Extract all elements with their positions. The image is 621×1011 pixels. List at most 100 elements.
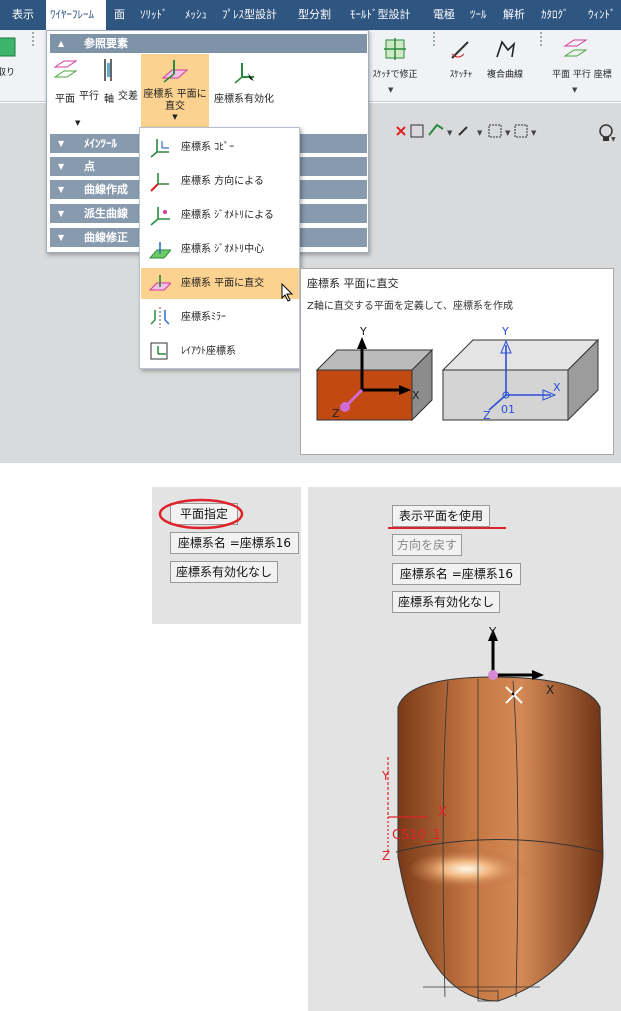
model-axis-y-label: Y xyxy=(489,625,497,639)
coord-normal-label-1: 座標系 平面に xyxy=(143,89,207,100)
tab-view[interactable]: 表示 xyxy=(12,0,34,30)
tab-tools[interactable]: ﾂｰﾙ xyxy=(470,0,487,30)
grip-icon xyxy=(32,32,34,46)
panel-header-label: 参照要素 xyxy=(84,37,128,50)
sketcher-label: ｽｹｯﾁｬ xyxy=(449,70,473,80)
tab-wireframe[interactable]: ﾜｲﾔｰﾌﾚｰﾑ xyxy=(46,0,106,30)
coord-enable-button[interactable]: 座標系有効化 xyxy=(211,57,277,127)
cs-name-label: CS10_1 xyxy=(392,828,441,843)
section-label: 点 xyxy=(84,160,95,173)
menu-item-cs-mirror[interactable]: 座標系ﾐﾗｰ xyxy=(141,302,299,333)
layout-cs-icon xyxy=(150,342,168,360)
menu-item-label: ﾚｲｱｳﾄ座標系 xyxy=(181,346,236,357)
red-highlight-ellipse xyxy=(158,498,244,530)
tooltip-origin-label: 01 xyxy=(501,403,515,416)
coord-normal-button[interactable]: 座標系 平面に 直交 ▼ xyxy=(141,54,209,127)
intersect-button-label: 交差 xyxy=(118,91,138,102)
tab-mold-split[interactable]: 型分割 xyxy=(298,0,331,30)
ribbon-left-partial-label: 取り xyxy=(0,68,15,78)
cs-direction-icon xyxy=(150,173,169,192)
cs-disable-button[interactable]: 座標系有効化なし xyxy=(170,561,278,583)
use-display-plane-button[interactable]: 表示平面を使用 xyxy=(392,505,490,527)
cs-geometry-icon xyxy=(150,207,170,226)
chevron-down-icon: ▼ xyxy=(58,139,65,148)
tooltip-panel: 座標系 平面に直交 Z軸に直交する平面を定義して、座標系を作成 Y X Z Y … xyxy=(300,268,614,455)
coord-label: 座標 xyxy=(593,70,612,80)
tab-mold-design[interactable]: ﾓｰﾙﾄﾞ型設計 xyxy=(350,0,411,30)
cs-copy-icon xyxy=(150,139,169,158)
plane-button[interactable]: 平面 xyxy=(51,57,79,127)
tab-press-design[interactable]: ﾌﾟﾚｽ型設計 xyxy=(222,0,277,30)
chevron-down-icon: ▼ xyxy=(58,162,65,171)
cs-axis-z-label: Z xyxy=(382,849,391,863)
axis-button[interactable]: 軸 xyxy=(101,57,117,127)
tab-electrode[interactable]: 電極 xyxy=(433,0,455,30)
parallel-button[interactable]: 平行 xyxy=(77,57,101,127)
cs-axis-x-label: X xyxy=(438,805,447,820)
tab-window[interactable]: ｳｨﾝﾄﾞ xyxy=(588,0,616,30)
axis-button-label: 軸 xyxy=(104,94,114,105)
menu-item-label: 座標系 ｼﾞｵﾒﾄﾘによる xyxy=(181,210,274,221)
tab-solid[interactable]: ｿﾘｯﾄﾞ xyxy=(140,0,168,30)
sketch-fix-button[interactable]: ｽｹｯﾁで修正 ▼ xyxy=(368,36,422,94)
composite-curve-label: 複合曲線 xyxy=(486,70,523,80)
svg-text:▼: ▼ xyxy=(611,136,616,143)
lightbulb-icon[interactable]: ▼ xyxy=(597,122,619,144)
panel-header[interactable]: ▲ 参照要素 xyxy=(50,34,367,53)
menu-item-label: 座標系 ｼﾞｵﾒﾄﾘ中心 xyxy=(181,244,265,255)
menu-item-cs-geometry-center[interactable]: 座標系 ｼﾞｵﾒﾄﾘ中心 xyxy=(141,234,299,265)
model-axis-x-label: X xyxy=(546,683,555,697)
model-viewport[interactable] xyxy=(308,607,621,1011)
tooltip-axis-z-after: Z xyxy=(483,409,491,422)
chevron-down-icon: ▼ xyxy=(58,233,65,242)
tooltip-axis-y-before: Y xyxy=(360,325,367,338)
menu-item-cs-direction[interactable]: 座標系 方向による xyxy=(141,166,299,197)
tab-catalog[interactable]: ｶﾀﾛｸﾞ xyxy=(541,0,569,30)
tooltip-axis-x-after: X xyxy=(553,381,561,394)
plane-label: 平面 xyxy=(552,70,571,80)
svg-text:▼: ▼ xyxy=(531,129,537,137)
ribbon-left-partial-button[interactable]: 取り xyxy=(0,36,18,78)
section-label: 曲線作成 xyxy=(84,183,128,196)
menu-item-cs-copy[interactable]: 座標系 ｺﾋﾟｰ xyxy=(141,132,299,163)
tooltip-axis-x-before: X xyxy=(412,389,420,402)
menu-item-cs-plane-normal[interactable]: 座標系 平面に直交 xyxy=(141,268,299,299)
tab-analysis[interactable]: 解析 xyxy=(503,0,525,30)
plane-icon xyxy=(53,60,78,78)
plane-icon xyxy=(563,39,588,57)
chevron-down-icon: ▼ xyxy=(58,185,65,194)
sketch-fix-icon xyxy=(384,38,406,60)
menu-item-layout-cs[interactable]: ﾚｲｱｳﾄ座標系 xyxy=(141,336,299,367)
cs-axis-y-label: Y xyxy=(382,769,390,783)
tooltip-description: Z軸に直交する平面を定義して、座標系を作成 xyxy=(307,301,514,312)
menu-item-cs-geometry[interactable]: 座標系 ｼﾞｵﾒﾄﾘによる xyxy=(141,200,299,231)
tooltip-axis-z-before: Z xyxy=(332,407,340,420)
intersect-button[interactable]: 交差 xyxy=(117,57,139,127)
cs-center-icon xyxy=(149,242,171,259)
composite-curve-button[interactable]: 複合曲線 xyxy=(480,36,530,80)
tab-mesh[interactable]: ﾒｯｼｭ xyxy=(185,0,207,30)
grip-icon xyxy=(433,32,435,46)
section-label: 派生曲線 xyxy=(84,207,128,220)
selection-tools-icon: ▼ ▼ ▼ ▼ xyxy=(396,123,537,138)
cs-name-button[interactable]: 座標系名 =座標系16 xyxy=(392,563,521,585)
sketcher-button[interactable]: ｽｹｯﾁｬ xyxy=(444,36,478,80)
plane-button-label: 平面 xyxy=(55,94,75,105)
cs-name-button[interactable]: 座標系名 =座標系16 xyxy=(170,532,299,554)
chevron-up-icon: ▲ xyxy=(58,39,65,48)
menu-item-label: 座標系 平面に直交 xyxy=(181,278,265,289)
plane-tools-group[interactable]: 平面 平行 座標 ▼ xyxy=(552,36,621,94)
tooltip-title: 座標系 平面に直交 xyxy=(307,277,399,290)
sketcher-icon xyxy=(451,41,469,59)
reverse-direction-button: 方向を戻す xyxy=(392,534,462,556)
cs-plane-normal-icon xyxy=(149,275,171,291)
coord-enable-icon xyxy=(234,63,254,84)
chevron-down-icon: ▼ xyxy=(58,209,65,218)
chevron-down-icon: ▼ xyxy=(172,113,178,121)
svg-text:▼: ▼ xyxy=(447,129,453,137)
menu-item-label: 座標系ﾐﾗｰ xyxy=(181,312,226,323)
tab-surface[interactable]: 面 xyxy=(114,0,125,30)
chevron-down-icon: ▼ xyxy=(75,119,81,127)
chevron-down-icon: ▼ xyxy=(572,86,578,94)
axis-icon xyxy=(104,59,112,81)
